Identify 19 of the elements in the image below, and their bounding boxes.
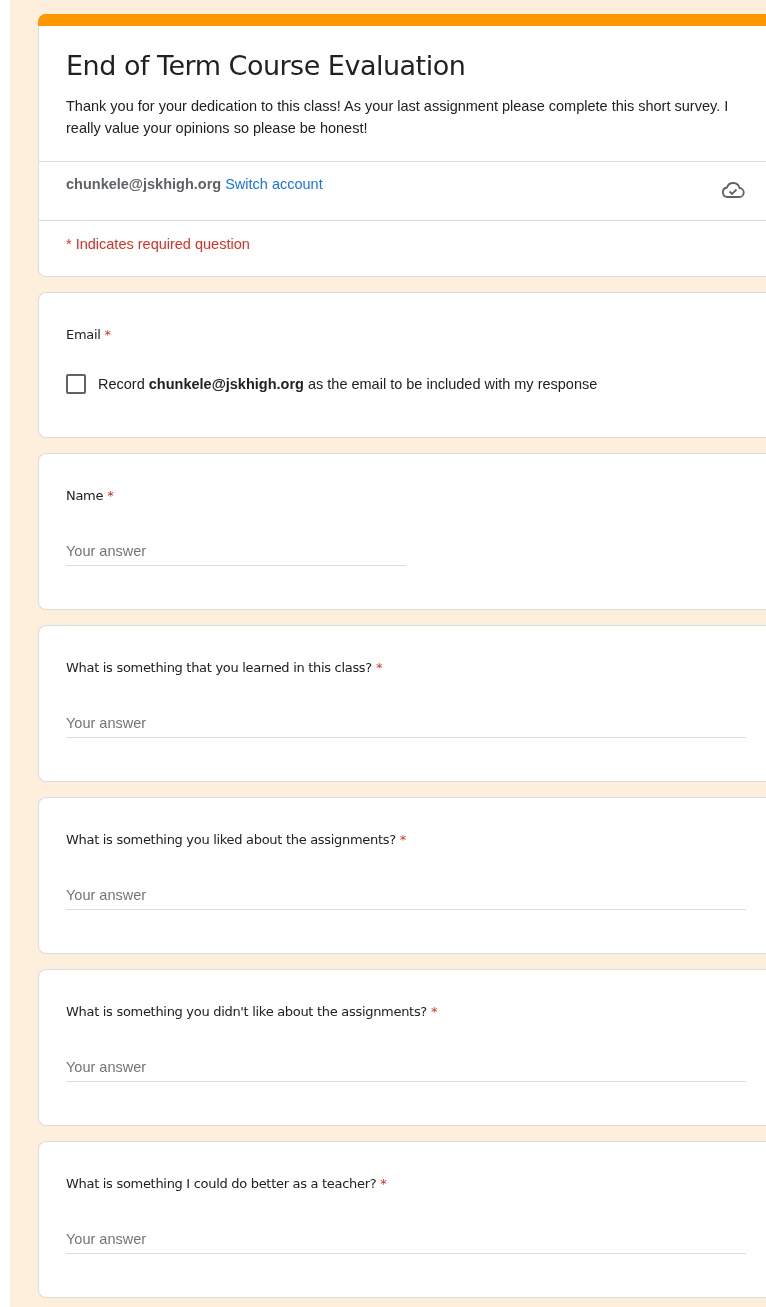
- answer-field[interactable]: Your answer: [66, 715, 746, 738]
- checkbox[interactable]: [66, 374, 86, 394]
- question-title: What is something I could do better as a teacher? *: [66, 1176, 388, 1191]
- checkbox-label: Record chunkele@jskhigh.org as the email to be included with my response: [98, 376, 598, 392]
- answer-field[interactable]: Your answer: [66, 1059, 746, 1082]
- question-title: Email *: [66, 327, 112, 342]
- question-title: Name *: [66, 488, 115, 503]
- form-title: End of Term Course Evaluation: [65, 49, 467, 81]
- account-email: chunkele@jskhigh.org: [66, 176, 222, 192]
- form-description: Thank you for your dedication to this class! As your last assignment please complete this short survey. I really value your opinions so please be honest!: [65, 97, 730, 138]
- answer-field[interactable]: Your answer: [66, 887, 746, 910]
- required-note: * Indicates required question: [65, 235, 251, 254]
- switch-account-link[interactable]: Switch account: [225, 176, 323, 192]
- question-title: What is something that you learned in this class? *: [66, 660, 384, 675]
- question-title: What is something you didn't like about the assignments? *: [66, 1004, 439, 1019]
- answer-field[interactable]: Your answer: [66, 1231, 746, 1254]
- question-title: What is something you liked about the assignments? *: [66, 832, 408, 847]
- answer-field[interactable]: Your answer: [66, 543, 406, 566]
- cloud-check-icon: [720, 179, 746, 201]
